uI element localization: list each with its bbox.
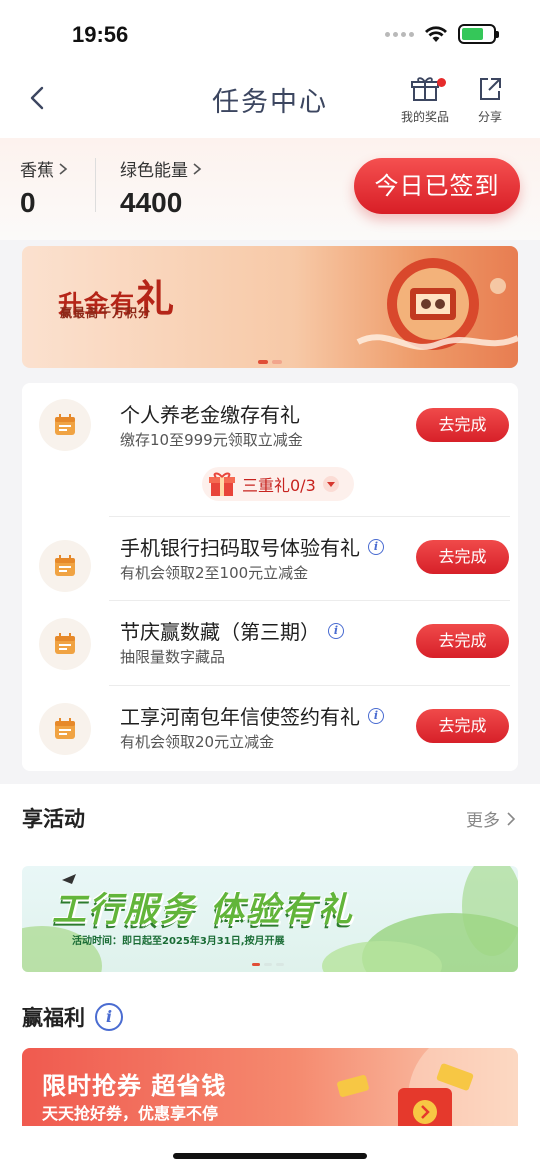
task-title-text: 节庆赢数藏（第三期） (120, 620, 320, 644)
activities-title: 享活动 (22, 807, 85, 831)
energy-points[interactable]: 绿色能量 4400 (120, 156, 202, 219)
task-title-text: 工享河南包年信使签约有礼 (120, 705, 360, 729)
chevron-down-icon (322, 476, 339, 492)
calendar-icon (39, 399, 91, 451)
info-icon[interactable]: i (368, 707, 384, 724)
coupon-banner-title: 限时抢券 超省钱 (42, 1072, 227, 1100)
points-section: 香蕉 0 绿色能量 4400 今日已签到 (0, 138, 540, 240)
task-title: 手机银行扫码取号体验有礼 i (120, 532, 384, 561)
share-button[interactable]: 分享 (455, 76, 525, 125)
banana-points[interactable]: 香蕉 0 (20, 156, 68, 219)
task-subtitle: 抽限量数字藏品 (120, 648, 226, 666)
triple-gift-badge[interactable]: 三重礼0/3 (202, 467, 354, 501)
task-complete-button[interactable]: 去完成 (416, 624, 509, 658)
task-title: 节庆赢数藏（第三期） i (120, 616, 344, 645)
activities-header: 享活动 更多 (0, 784, 540, 850)
share-label: 分享 (477, 110, 502, 124)
more-link[interactable]: 更多 (466, 806, 516, 831)
signin-button[interactable]: 今日已签到 (354, 158, 520, 214)
notification-dot (437, 78, 446, 87)
info-icon[interactable]: i (328, 622, 344, 639)
coupon-banner-subtitle: 天天抢好券，优惠享不停 (42, 1104, 219, 1123)
task-complete-button[interactable]: 去完成 (416, 408, 509, 442)
task-subtitle: 有机会领取20元立减金 (120, 733, 275, 751)
home-bar-area (0, 1126, 540, 1170)
carousel-indicator (258, 360, 282, 364)
chevron-right-icon (507, 811, 516, 826)
task-subtitle: 缴存10至999元领取立减金 (120, 431, 303, 449)
info-icon[interactable]: i (95, 1003, 123, 1031)
banana-value: 0 (20, 187, 36, 218)
battery-icon (458, 24, 499, 44)
info-icon[interactable]: i (368, 538, 384, 555)
activity-headline: 工行服务 体验有礼 (52, 890, 354, 930)
status-bar: 19:56 (0, 0, 540, 66)
status-icons (385, 24, 499, 44)
task-title: 个人养老金缴存有礼 (120, 399, 300, 428)
share-icon (480, 78, 501, 100)
activity-banner[interactable]: 工行服务 体验有礼 活动时间：即日起至2025年3月31日,按月开展 (22, 866, 518, 972)
signal-icon (385, 31, 414, 37)
my-prizes-button[interactable]: 我的奖品 (390, 76, 460, 125)
task-title-text: 个人养老金缴存有礼 (120, 403, 300, 427)
gift-icon (411, 77, 439, 101)
wifi-icon (425, 26, 447, 42)
chevron-right-icon (193, 162, 202, 175)
activity-date: 活动时间：即日起至2025年3月31日,按月开展 (72, 936, 285, 947)
calendar-icon (39, 703, 91, 755)
calendar-icon (39, 618, 91, 670)
divider (109, 685, 510, 686)
promo-banner[interactable]: 升金有礼 赢最高千万积分 (22, 246, 518, 368)
welfare-title: 赢福利 i (22, 1002, 123, 1032)
home-indicator[interactable] (173, 1153, 367, 1159)
task-list-card: 个人养老金缴存有礼 缴存10至999元领取立减金 去完成 三重礼0/3 手机银行… (22, 383, 518, 771)
activities-section: 工行服务 体验有礼 活动时间：即日起至2025年3月31日,按月开展 (0, 850, 540, 980)
divider (109, 516, 510, 517)
calendar-icon (39, 540, 91, 592)
task-complete-button[interactable]: 去完成 (416, 709, 509, 743)
banner-subtitle: 赢最高千万积分 (60, 306, 152, 320)
task-subtitle: 有机会领取2至100元立减金 (120, 564, 309, 582)
chevron-right-icon (59, 162, 68, 175)
task-complete-button[interactable]: 去完成 (416, 540, 509, 574)
task-title: 工享河南包年信使签约有礼 i (120, 701, 384, 730)
more-label: 更多 (466, 811, 500, 831)
banana-label: 香蕉 (20, 161, 54, 181)
divider (95, 158, 96, 212)
my-prizes-label: 我的奖品 (400, 110, 449, 124)
gift-box-icon (209, 472, 235, 496)
divider (109, 600, 510, 601)
energy-label: 绿色能量 (120, 161, 188, 181)
status-time: 19:56 (72, 22, 129, 47)
energy-value: 4400 (120, 187, 183, 218)
nav-bar: 任务中心 我的奖品 分享 (0, 66, 540, 138)
carousel-indicator (252, 963, 284, 966)
welfare-title-text: 赢福利 (22, 1006, 85, 1030)
festive-decoration-illustration (356, 258, 518, 350)
triple-gift-label: 三重礼0/3 (242, 476, 316, 495)
task-title-text: 手机银行扫码取号体验有礼 (120, 536, 360, 560)
